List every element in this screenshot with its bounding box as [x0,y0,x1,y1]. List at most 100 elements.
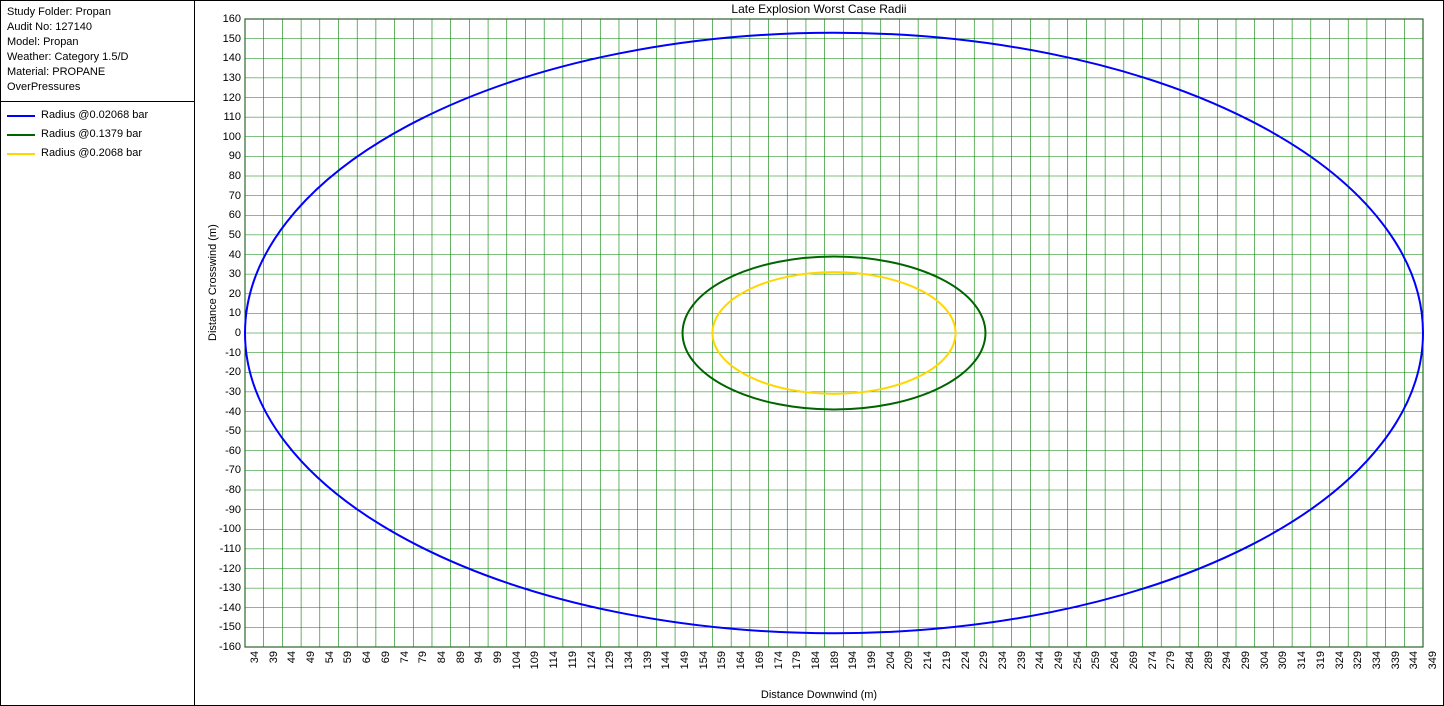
x-tick-label: 329 [1353,651,1364,681]
x-tick-label: 154 [699,651,710,681]
x-tick-label: 44 [287,651,298,681]
meta-audit-no: Audit No: 127140 [7,20,188,35]
meta-model: Model: Propan [7,35,188,50]
y-tick-label: -80 [197,485,241,496]
legend-item: Radius @0.02068 bar [7,108,188,123]
y-tick-label: -60 [197,446,241,457]
x-tick-label: 139 [643,651,654,681]
x-tick-label: 74 [400,651,411,681]
meta-weather: Weather: Category 1.5/D [7,50,188,65]
x-tick-label: 194 [848,651,859,681]
x-tick-label: 99 [493,651,504,681]
x-tick-label: 79 [418,651,429,681]
x-tick-label: 109 [530,651,541,681]
x-tick-label: 119 [568,651,579,681]
x-tick-label: 39 [269,651,280,681]
y-tick-label: -10 [197,348,241,359]
x-tick-label: 269 [1129,651,1140,681]
legend-swatch-icon [7,153,35,155]
y-axis-label: Distance Crosswind (m) [207,224,219,341]
x-tick-label: 229 [979,651,990,681]
x-tick-label: 344 [1409,651,1420,681]
x-tick-label: 279 [1166,651,1177,681]
x-tick-label: 264 [1110,651,1121,681]
legend-label: Radius @0.2068 bar [41,146,142,161]
y-tick-label: -90 [197,505,241,516]
x-tick-label: 114 [549,651,560,681]
y-tick-label: 40 [197,250,241,261]
x-tick-label: 284 [1185,651,1196,681]
meta-study-folder: Study Folder: Propan [7,5,188,20]
y-tick-label: -140 [197,603,241,614]
sidebar: Study Folder: Propan Audit No: 127140 Mo… [0,0,195,706]
x-tick-label: 304 [1260,651,1271,681]
legend-swatch-icon [7,115,35,117]
y-tick-label: -120 [197,564,241,575]
y-tick-label: 130 [197,73,241,84]
y-tick-label: 10 [197,308,241,319]
x-tick-label: 274 [1148,651,1159,681]
x-tick-label: 89 [456,651,467,681]
x-tick-label: 179 [792,651,803,681]
x-tick-label: 34 [250,651,261,681]
y-tick-label: 70 [197,191,241,202]
x-tick-label: 174 [774,651,785,681]
y-tick-label: -20 [197,367,241,378]
x-tick-label: 69 [381,651,392,681]
chart-area: Late Explosion Worst Case Radii Distance… [195,0,1444,706]
x-tick-label: 249 [1054,651,1065,681]
x-tick-label: 239 [1017,651,1028,681]
x-tick-label: 159 [717,651,728,681]
x-tick-label: 49 [306,651,317,681]
x-tick-label: 259 [1091,651,1102,681]
x-tick-label: 84 [437,651,448,681]
chart-svg [245,19,1423,647]
x-tick-label: 124 [587,651,598,681]
y-tick-label: 0 [197,328,241,339]
x-tick-label: 289 [1204,651,1215,681]
y-tick-label: -40 [197,407,241,418]
y-tick-label: 120 [197,93,241,104]
y-tick-label: -100 [197,524,241,535]
x-tick-label: 169 [755,651,766,681]
x-tick-label: 149 [680,651,691,681]
x-tick-label: 314 [1297,651,1308,681]
y-tick-label: 50 [197,230,241,241]
x-tick-label: 184 [811,651,822,681]
x-tick-label: 254 [1073,651,1084,681]
x-tick-label: 54 [325,651,336,681]
y-tick-label: 60 [197,210,241,221]
x-tick-label: 94 [474,651,485,681]
x-tick-label: 224 [961,651,972,681]
legend-item: Radius @0.2068 bar [7,146,188,161]
x-tick-label: 219 [942,651,953,681]
legend-label: Radius @0.02068 bar [41,108,148,123]
legend: Radius @0.02068 bar Radius @0.1379 bar R… [1,102,194,171]
x-tick-label: 309 [1278,651,1289,681]
x-tick-label: 134 [624,651,635,681]
y-tick-label: 150 [197,34,241,45]
app-root: Study Folder: Propan Audit No: 127140 Mo… [0,0,1444,706]
y-tick-label: -130 [197,583,241,594]
y-tick-label: -160 [197,642,241,653]
x-tick-label: 164 [736,651,747,681]
x-tick-label: 64 [362,651,373,681]
y-tick-label: 110 [197,112,241,123]
y-tick-label: -150 [197,622,241,633]
x-tick-label: 324 [1335,651,1346,681]
study-meta: Study Folder: Propan Audit No: 127140 Mo… [1,1,194,102]
y-tick-label: 90 [197,151,241,162]
y-tick-label: 160 [197,14,241,25]
x-tick-label: 234 [998,651,1009,681]
y-tick-label: 80 [197,171,241,182]
y-tick-label: 30 [197,269,241,280]
y-tick-label: -70 [197,465,241,476]
x-tick-label: 214 [923,651,934,681]
legend-item: Radius @0.1379 bar [7,127,188,142]
y-tick-label: 140 [197,53,241,64]
y-tick-label: 100 [197,132,241,143]
y-tick-label: -50 [197,426,241,437]
x-tick-label: 129 [605,651,616,681]
meta-material: Material: PROPANE [7,65,188,80]
y-tick-label: 20 [197,289,241,300]
